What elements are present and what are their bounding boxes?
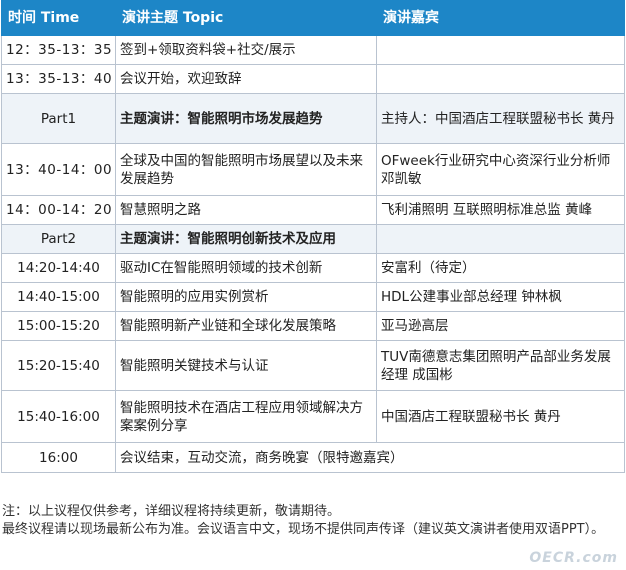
row-speaker: 飞利浦照明 互联照明标准总监 黄峰: [376, 195, 625, 225]
row-topic: 智能照明新产业链和全球化发展策略: [115, 311, 377, 341]
row-speaker: TUV南德意志集团照明产品部业务发展经理 成国彬: [376, 340, 625, 391]
row-time: 12：35-13：35: [1, 35, 116, 65]
table-row: 15:20-15:40 智能照明关键技术与认证 TUV南德意志集团照明产品部业务…: [1, 340, 625, 391]
table-header-row: 时间 Time 演讲主题 Topic 演讲嘉宾: [1, 0, 625, 36]
row-time: 16:00: [1, 442, 116, 473]
note-line-2: 最终议程请以现场最新公布为准。会议语言中文，现场不提供同声传译（建议英文演讲者使…: [2, 522, 605, 537]
row-time: 13：35-13：40: [1, 64, 116, 94]
row-topic: 智能照明技术在酒店工程应用领域解决方案案例分享: [115, 390, 377, 443]
row-speaker: [376, 224, 625, 254]
row-time: 14:40-15:00: [1, 282, 116, 312]
row-speaker: 主持人：中国酒店工程联盟秘书长 黄丹: [376, 93, 625, 144]
table-row: 14:40-15:00 智能照明的应用实例赏析 HDL公建事业部总经理 钟林枫: [1, 282, 625, 312]
row-topic: 驱动IC在智能照明领域的技术创新: [115, 253, 377, 283]
row-time: 15:20-15:40: [1, 340, 116, 391]
table-row: 13：40-14：00 全球及中国的智能照明市场展望以及未来发展趋势 OFwee…: [1, 143, 625, 196]
note-line-1: 注：以上议程仅供参考，详细议程将持续更新，敬请期待。: [2, 504, 341, 519]
table-row: 15:00-15:20 智能照明新产业链和全球化发展策略 亚马逊高层: [1, 311, 625, 341]
row-speaker: HDL公建事业部总经理 钟林枫: [376, 282, 625, 312]
row-time: 15:40-16:00: [1, 390, 116, 443]
agenda-page: 时间 Time 演讲主题 Topic 演讲嘉宾 12：35-13：35 签到+领…: [0, 0, 626, 537]
agenda-notes: 注：以上议程仅供参考，详细议程将持续更新，敬请期待。 最终议程请以现场最新公布为…: [2, 503, 622, 539]
row-topic: 全球及中国的智能照明市场展望以及未来发展趋势: [115, 143, 377, 196]
part-row: Part2 主题演讲：智能照明创新技术及应用: [1, 224, 625, 254]
part-topic: 主题演讲：智能照明创新技术及应用: [115, 224, 377, 254]
watermark-logo: OECR.com: [529, 550, 618, 566]
part-label: Part2: [1, 224, 116, 254]
row-speaker: OFweek行业研究中心资深行业分析师 邓凯敏: [376, 143, 625, 196]
row-time: 14:20-14:40: [1, 253, 116, 283]
header-topic: 演讲主题 Topic: [115, 0, 377, 36]
agenda-table: 时间 Time 演讲主题 Topic 演讲嘉宾 12：35-13：35 签到+领…: [1, 0, 625, 473]
table-row: 14:20-14:40 驱动IC在智能照明领域的技术创新 安富利（待定）: [1, 253, 625, 283]
row-topic: 智能照明关键技术与认证: [115, 340, 377, 391]
row-time: 13：40-14：00: [1, 143, 116, 196]
table-row: 14：00-14：20 智慧照明之路 飞利浦照明 互联照明标准总监 黄峰: [1, 195, 625, 225]
row-topic: 智能照明的应用实例赏析: [115, 282, 377, 312]
header-speaker: 演讲嘉宾: [376, 0, 625, 36]
table-row: 13：35-13：40 会议开始，欢迎致辞: [1, 64, 625, 94]
table-row: 15:40-16:00 智能照明技术在酒店工程应用领域解决方案案例分享 中国酒店…: [1, 390, 625, 443]
part-row: Part1 主题演讲：智能照明市场发展趋势 主持人：中国酒店工程联盟秘书长 黄丹: [1, 93, 625, 144]
part-label: Part1: [1, 93, 116, 144]
row-time: 15:00-15:20: [1, 311, 116, 341]
table-row: 16:00 会议结束，互动交流，商务晚宴（限特邀嘉宾）: [1, 442, 625, 473]
row-topic: 会议结束，互动交流，商务晚宴（限特邀嘉宾）: [115, 442, 625, 473]
row-topic: 会议开始，欢迎致辞: [115, 64, 377, 94]
row-time: 14：00-14：20: [1, 195, 116, 225]
header-time: 时间 Time: [1, 0, 116, 36]
row-speaker: 中国酒店工程联盟秘书长 黄丹: [376, 390, 625, 443]
row-speaker: 亚马逊高层: [376, 311, 625, 341]
row-speaker: [376, 64, 625, 94]
part-topic: 主题演讲：智能照明市场发展趋势: [115, 93, 377, 144]
row-speaker: 安富利（待定）: [376, 253, 625, 283]
row-speaker: [376, 35, 625, 65]
row-topic: 签到+领取资料袋+社交/展示: [115, 35, 377, 65]
row-topic: 智慧照明之路: [115, 195, 377, 225]
table-row: 12：35-13：35 签到+领取资料袋+社交/展示: [1, 35, 625, 65]
